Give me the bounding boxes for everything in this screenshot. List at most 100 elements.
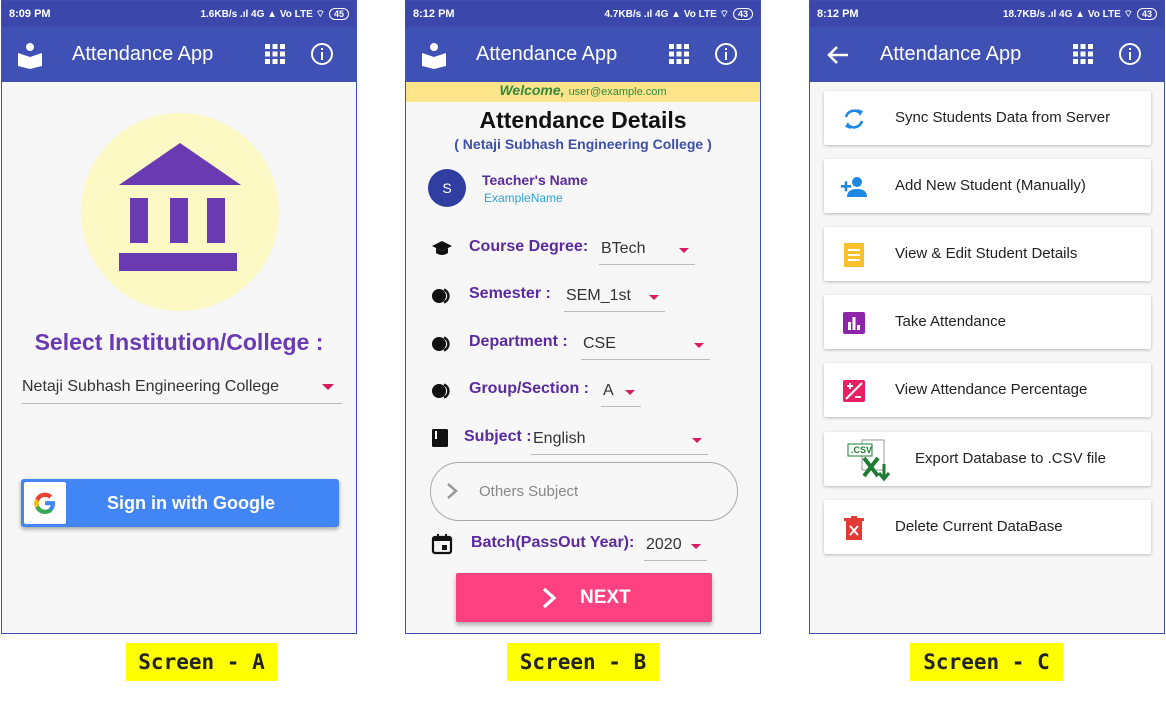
- menu-item-take-attendance[interactable]: Take Attendance: [824, 295, 1151, 349]
- semester-row: Semester : SEM_1st: [406, 278, 760, 314]
- grid-apps-icon[interactable]: [668, 43, 690, 65]
- menu-item-sync-students[interactable]: Sync Students Data from Server: [824, 91, 1151, 145]
- next-button[interactable]: NEXT: [456, 573, 712, 622]
- department-row: Department : CSE: [406, 326, 760, 362]
- menu-item-label: View Attendance Percentage: [895, 381, 1088, 398]
- status-bar: 8:12 PM 18.7KB/s .ıl 4G ▲ Vo LTE ⌔ 43: [810, 1, 1164, 27]
- college-dropdown-value: Netaji Subhash Engineering College: [22, 378, 280, 395]
- status-time: 8:12 PM: [817, 8, 859, 20]
- status-time: 8:09 PM: [9, 8, 51, 20]
- batch-label: Batch(PassOut Year):: [471, 534, 635, 551]
- course-degree-row: Course Degree: BTech: [406, 231, 760, 267]
- status-network: 4.7KB/s .ıl 4G ▲ Vo LTE ⌔: [604, 9, 729, 20]
- app-title: Attendance App: [476, 43, 618, 65]
- college-subtitle: ( Netaji Subhash Engineering College ): [454, 136, 712, 152]
- menu-item-label: View & Edit Student Details: [895, 245, 1078, 262]
- info-icon[interactable]: [310, 42, 334, 66]
- notes-icon: [844, 243, 864, 267]
- group-section-label: Group/Section :: [469, 380, 589, 397]
- toggle-dot-icon: [432, 288, 450, 304]
- bar-chart-icon: [843, 312, 865, 334]
- course-degree-dropdown[interactable]: BTech: [599, 234, 695, 265]
- welcome-text: Welcome,: [499, 82, 565, 98]
- batch-dropdown[interactable]: 2020: [644, 530, 707, 561]
- app-title: Attendance App: [72, 43, 214, 65]
- calendar-icon: [431, 534, 453, 555]
- status-bar: 8:09 PM 1.6KB/s .ıl 4G ▲ Vo LTE ⌔ 45: [2, 1, 356, 27]
- page-title: Attendance Details: [479, 107, 687, 133]
- grid-apps-icon[interactable]: [264, 43, 286, 65]
- dropdown-arrow-icon: [322, 384, 334, 390]
- subject-value: English: [533, 430, 586, 447]
- avatar: S: [428, 169, 466, 207]
- menu-item-export-csv[interactable]: .CSV Export Database to .CSV file: [824, 432, 1151, 486]
- google-g-icon: [34, 492, 55, 514]
- menu-item-label: Take Attendance: [895, 313, 1006, 330]
- caption-screen-b: Screen - B: [507, 643, 659, 681]
- add-person-icon: [841, 177, 867, 197]
- status-time: 8:12 PM: [413, 8, 455, 20]
- sync-icon: [844, 109, 864, 129]
- battery-icon: 43: [732, 8, 753, 20]
- batch-row: Batch(PassOut Year): 2020: [406, 527, 760, 563]
- chevron-right-icon: [447, 483, 458, 499]
- menu-item-label: Export Database to .CSV file: [915, 450, 1106, 467]
- department-label: Department :: [469, 333, 568, 350]
- next-button-label: NEXT: [580, 587, 631, 608]
- app-bar: Attendance App: [810, 27, 1164, 82]
- welcome-banner: Welcome, user@example.com: [406, 82, 760, 102]
- toggle-dot-icon: [432, 383, 450, 399]
- subject-dropdown[interactable]: English: [531, 424, 708, 455]
- info-icon[interactable]: [714, 42, 738, 66]
- menu-item-view-percentage[interactable]: View Attendance Percentage: [824, 363, 1151, 417]
- status-bar: 8:12 PM 4.7KB/s .ıl 4G ▲ Vo LTE ⌔ 43: [406, 1, 760, 27]
- back-arrow-icon[interactable]: [824, 41, 852, 69]
- csv-excel-icon: .CSV: [847, 439, 891, 482]
- dropdown-arrow-icon: [694, 343, 704, 348]
- group-section-dropdown[interactable]: A: [601, 376, 641, 407]
- google-signin-button[interactable]: Sign in with Google: [21, 479, 339, 527]
- college-dropdown[interactable]: Netaji Subhash Engineering College: [22, 375, 342, 404]
- google-signin-label: Sign in with Google: [107, 493, 275, 513]
- teacher-name-value: ExampleName: [484, 191, 563, 205]
- dropdown-arrow-icon: [692, 438, 702, 443]
- batch-value: 2020: [646, 536, 682, 553]
- menu-item-add-student[interactable]: Add New Student (Manually): [824, 159, 1151, 213]
- subject-row: Subject : English: [406, 421, 760, 457]
- menu-item-view-edit-students[interactable]: View & Edit Student Details: [824, 227, 1151, 281]
- graduation-cap-icon: [432, 241, 452, 255]
- percentage-icon: [843, 380, 865, 402]
- battery-icon: 45: [328, 8, 349, 20]
- menu-item-label: Sync Students Data from Server: [895, 109, 1111, 126]
- toggle-dot-icon: [432, 336, 450, 352]
- bank-building-icon: [119, 143, 241, 271]
- status-network: 1.6KB/s .ıl 4G ▲ Vo LTE ⌔: [200, 9, 325, 20]
- book-person-icon: [422, 43, 446, 69]
- group-section-value: A: [603, 382, 614, 399]
- book-person-icon: [18, 43, 42, 69]
- screen-a: 8:09 PM 1.6KB/s .ıl 4G ▲ Vo LTE ⌔ 45 Atte…: [1, 0, 357, 634]
- grid-apps-icon[interactable]: [1072, 43, 1094, 65]
- caption-screen-c: Screen - C: [910, 643, 1063, 681]
- user-email: user@example.com: [568, 86, 667, 98]
- book-icon: [432, 429, 448, 447]
- others-subject-input[interactable]: Others Subject: [430, 462, 738, 521]
- status-network: 18.7KB/s .ıl 4G ▲ Vo LTE ⌔: [1002, 9, 1133, 20]
- battery-icon: 43: [1136, 8, 1157, 20]
- caption-screen-a: Screen - A: [126, 643, 277, 681]
- course-degree-label: Course Degree:: [469, 238, 589, 255]
- menu-item-delete-database[interactable]: Delete Current DataBase: [824, 500, 1151, 554]
- semester-dropdown[interactable]: SEM_1st: [564, 281, 665, 312]
- app-bar: Attendance App: [406, 27, 760, 82]
- chevron-right-icon: [542, 587, 557, 609]
- course-degree-value: BTech: [601, 240, 646, 257]
- dropdown-arrow-icon: [625, 390, 635, 395]
- dropdown-arrow-icon: [649, 295, 659, 300]
- department-dropdown[interactable]: CSE: [581, 329, 710, 360]
- group-section-row: Group/Section : A: [406, 373, 760, 409]
- info-icon[interactable]: [1118, 42, 1142, 66]
- screen-c: 8:12 PM 18.7KB/s .ıl 4G ▲ Vo LTE ⌔ 43 Att…: [809, 0, 1165, 634]
- trash-icon: [844, 516, 864, 540]
- institution-logo: [81, 113, 279, 311]
- department-value: CSE: [583, 335, 616, 352]
